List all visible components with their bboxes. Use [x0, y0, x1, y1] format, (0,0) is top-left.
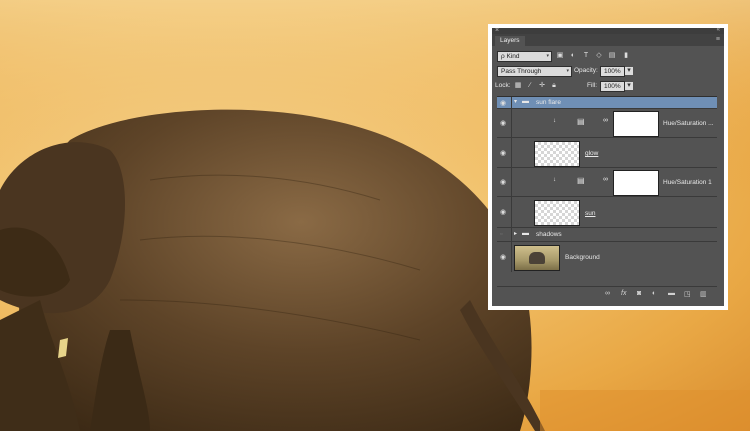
lock-pixels-icon[interactable]: ∕	[526, 82, 534, 90]
background-thumbnail[interactable]	[514, 245, 560, 271]
close-icon[interactable]: ×	[495, 27, 499, 34]
eye-icon: ◉	[500, 120, 507, 127]
eye-icon: ◉	[500, 254, 507, 261]
layers-panel: × « Layers ≡ ρ Kind ▾ ▣ ◐ T ◇ ▤ ▮ Pass T…	[492, 27, 724, 306]
clip-arrow-icon: ↓	[553, 177, 556, 183]
elephant-thumbnail-shape	[529, 252, 545, 264]
eye-icon: ◉	[500, 149, 507, 157]
chevron-right-icon[interactable]: ▸	[514, 230, 517, 237]
visibility-toggle[interactable]: ◉	[497, 138, 512, 167]
visibility-toggle[interactable]: ◉	[497, 109, 512, 137]
fx-icon[interactable]: fx	[621, 290, 626, 297]
lock-transparency-icon[interactable]: ▦	[514, 82, 522, 90]
filter-row: ρ Kind ▾ ▣ ◐ T ◇ ▤ ▮	[492, 50, 724, 62]
fill-slider-icon[interactable]: ▾	[625, 82, 633, 90]
layer-row-glow[interactable]: ◉ glow	[497, 138, 717, 168]
lock-label: Lock:	[495, 82, 511, 89]
opacity-label: Opacity:	[574, 67, 598, 74]
mask-thumbnail[interactable]	[613, 170, 659, 196]
visibility-toggle[interactable]: ▫	[497, 228, 512, 241]
mask-thumbnail[interactable]	[613, 111, 659, 137]
chevron-down-icon[interactable]: ▾	[514, 98, 517, 105]
type-filter-icon[interactable]: T	[582, 52, 590, 60]
layer-name: Hue/Saturation 1	[663, 179, 712, 186]
adjustment-filter-icon[interactable]: ◐	[569, 52, 577, 60]
chevron-down-icon: ▾	[546, 53, 549, 59]
lock-all-icon[interactable]: 🔒︎	[550, 82, 558, 90]
mask-icon[interactable]: ◙	[637, 290, 641, 297]
blend-mode-value: Pass Through	[501, 68, 542, 75]
adjustment-icon: ▤	[577, 176, 585, 185]
fill-label: Fill:	[587, 82, 598, 89]
folder-icon: ▬	[522, 98, 529, 105]
layer-row-hue-saturation-1[interactable]: ◉ ↓ ▤ ∞ Hue/Saturation 1	[497, 168, 717, 197]
opacity-field[interactable]: 100%	[600, 66, 625, 77]
layer-row-sun-flare[interactable]: ◉ ▾ ▬ sun flare	[497, 97, 717, 109]
link-icon[interactable]: ∞	[603, 176, 608, 183]
link-icon[interactable]: ∞	[605, 290, 610, 297]
layer-name: sun	[585, 210, 596, 217]
filter-kind-value: ρ Kind	[501, 53, 520, 60]
new-group-icon[interactable]: ▬	[668, 290, 675, 297]
eye-icon: ◉	[500, 209, 507, 216]
eye-icon: ◉	[500, 179, 507, 186]
new-layer-icon[interactable]: ◳	[684, 290, 691, 298]
visibility-toggle[interactable]: ◉	[497, 168, 512, 196]
layer-name: sun flare	[536, 99, 561, 106]
link-icon[interactable]: ∞	[603, 117, 608, 124]
layer-row-shadows[interactable]: ▫ ▸ ▬ shadows	[497, 228, 717, 242]
lock-position-icon[interactable]: ✛	[538, 82, 546, 90]
adjustment-icon: ▤	[577, 117, 585, 126]
layer-row-background[interactable]: ◉ Background	[497, 242, 717, 272]
fill-field[interactable]: 100%	[600, 81, 625, 92]
visibility-toggle[interactable]: ◉	[497, 242, 512, 272]
layer-row-sun[interactable]: ◉ sun	[497, 197, 717, 228]
filter-toggle-icon[interactable]: ▮	[622, 52, 630, 60]
hidden-eye-icon: ▫	[500, 230, 503, 238]
lock-row: Lock: ▦ ∕ ✛ 🔒︎ Fill: 100% ▾	[492, 80, 724, 92]
panel-menu-icon[interactable]: ≡	[716, 36, 720, 43]
layer-thumbnail[interactable]	[534, 141, 580, 167]
layer-name: shadows	[536, 231, 562, 238]
layer-name: glow	[585, 150, 599, 157]
shape-filter-icon[interactable]: ◇	[595, 52, 603, 60]
filter-kind-select[interactable]: ρ Kind ▾	[497, 51, 552, 62]
layer-name: Hue/Saturation ...	[663, 120, 714, 127]
layers-list: ◉ ▾ ▬ sun flare ◉ ↓ ▤ ∞ Hue/Saturation .…	[497, 96, 717, 282]
trash-icon[interactable]: ▥	[700, 290, 707, 298]
collapse-icon[interactable]: «	[717, 27, 720, 33]
smart-object-filter-icon[interactable]: ▤	[608, 52, 616, 60]
eye-icon: ◉	[500, 99, 507, 107]
tab-layers[interactable]: Layers	[495, 36, 525, 46]
pixel-filter-icon[interactable]: ▣	[556, 52, 564, 60]
layer-row-hue-saturation-2[interactable]: ◉ ↓ ▤ ∞ Hue/Saturation ...	[497, 109, 717, 138]
adjustment-icon[interactable]: ◐	[652, 290, 656, 297]
blend-row: Pass Through ▾ Opacity: 100% ▾	[492, 65, 724, 77]
opacity-slider-icon[interactable]: ▾	[625, 67, 633, 75]
blend-mode-select[interactable]: Pass Through ▾	[497, 66, 572, 77]
visibility-toggle[interactable]: ◉	[497, 97, 512, 108]
panel-bottom-bar: ∞ fx ◙ ◐ ▬ ◳ ▥	[497, 286, 717, 301]
clip-arrow-icon: ↓	[553, 118, 556, 124]
layer-name: Background	[565, 254, 600, 261]
visibility-toggle[interactable]: ◉	[497, 197, 512, 227]
chevron-down-icon: ▾	[566, 68, 569, 74]
folder-icon: ▬	[522, 230, 529, 237]
panel-tabbar: Layers ≡	[492, 34, 724, 46]
layer-thumbnail[interactable]	[534, 200, 580, 226]
